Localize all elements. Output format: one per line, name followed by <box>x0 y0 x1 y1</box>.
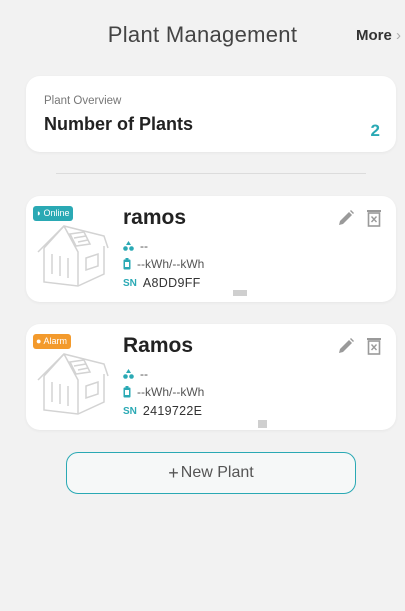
sn-label: SN <box>123 405 137 417</box>
plant-card[interactable]: ● Alarm Ramos -- --kWh/--kWh SN 2419722E <box>26 324 396 430</box>
energy-row: --kWh/--kWh <box>123 385 204 399</box>
more-label: More <box>355 27 392 44</box>
power-row: -- <box>123 239 148 253</box>
plant-overview-card[interactable]: Plant Overview Number of Plants 2 <box>26 76 396 152</box>
status-badge: ● Alarm <box>33 334 71 349</box>
alarm-icon: ● <box>36 336 42 346</box>
online-icon: ◗ <box>36 208 42 218</box>
plant-count: 2 <box>370 121 380 140</box>
divider <box>56 173 366 174</box>
chevron-right-icon: › <box>396 27 401 44</box>
new-plant-label: New Plant <box>180 464 254 481</box>
page-title: Plant Management <box>107 22 298 47</box>
battery-icon <box>123 258 131 270</box>
plant-name: ramos <box>123 206 187 229</box>
delete-icon[interactable] <box>366 208 382 228</box>
plant-name: Ramos <box>123 334 194 357</box>
status-badge: ◗ Online <box>33 206 74 221</box>
sn-row: SN A8DD9FF <box>123 276 201 290</box>
overview-caption: Plant Overview <box>44 95 122 107</box>
plus-icon: + <box>168 462 179 483</box>
redacted-area <box>233 290 247 296</box>
power-icon <box>123 241 134 251</box>
house-icon <box>37 353 109 415</box>
delete-icon[interactable] <box>366 336 382 356</box>
more-button[interactable]: More › <box>356 27 405 44</box>
sn-label: SN <box>123 277 137 289</box>
redacted-area <box>258 420 267 428</box>
battery-icon <box>123 386 131 398</box>
power-value: -- <box>140 367 148 381</box>
overview-title: Number of Plants <box>44 114 194 134</box>
power-row: -- <box>123 367 148 381</box>
status-label: Alarm <box>43 336 67 346</box>
energy-value: --kWh/--kWh <box>137 257 205 271</box>
energy-value: --kWh/--kWh <box>137 385 205 399</box>
sn-row: SN 2419722E <box>123 404 202 418</box>
edit-icon[interactable] <box>336 336 356 356</box>
header: Plant Management More › <box>0 0 405 72</box>
energy-row: --kWh/--kWh <box>123 257 204 271</box>
new-plant-button[interactable]: + New Plant <box>66 452 356 494</box>
serial-number: A8DD9FF <box>142 276 201 290</box>
power-icon <box>123 369 134 379</box>
serial-number: 2419722E <box>142 404 203 418</box>
plant-card[interactable]: ◗ Online ramos -- --kWh/--kWh SN A8DD9FF <box>26 196 396 302</box>
edit-icon[interactable] <box>336 208 356 228</box>
house-icon <box>37 225 109 287</box>
power-value: -- <box>140 239 148 253</box>
status-label: Online <box>43 208 70 218</box>
